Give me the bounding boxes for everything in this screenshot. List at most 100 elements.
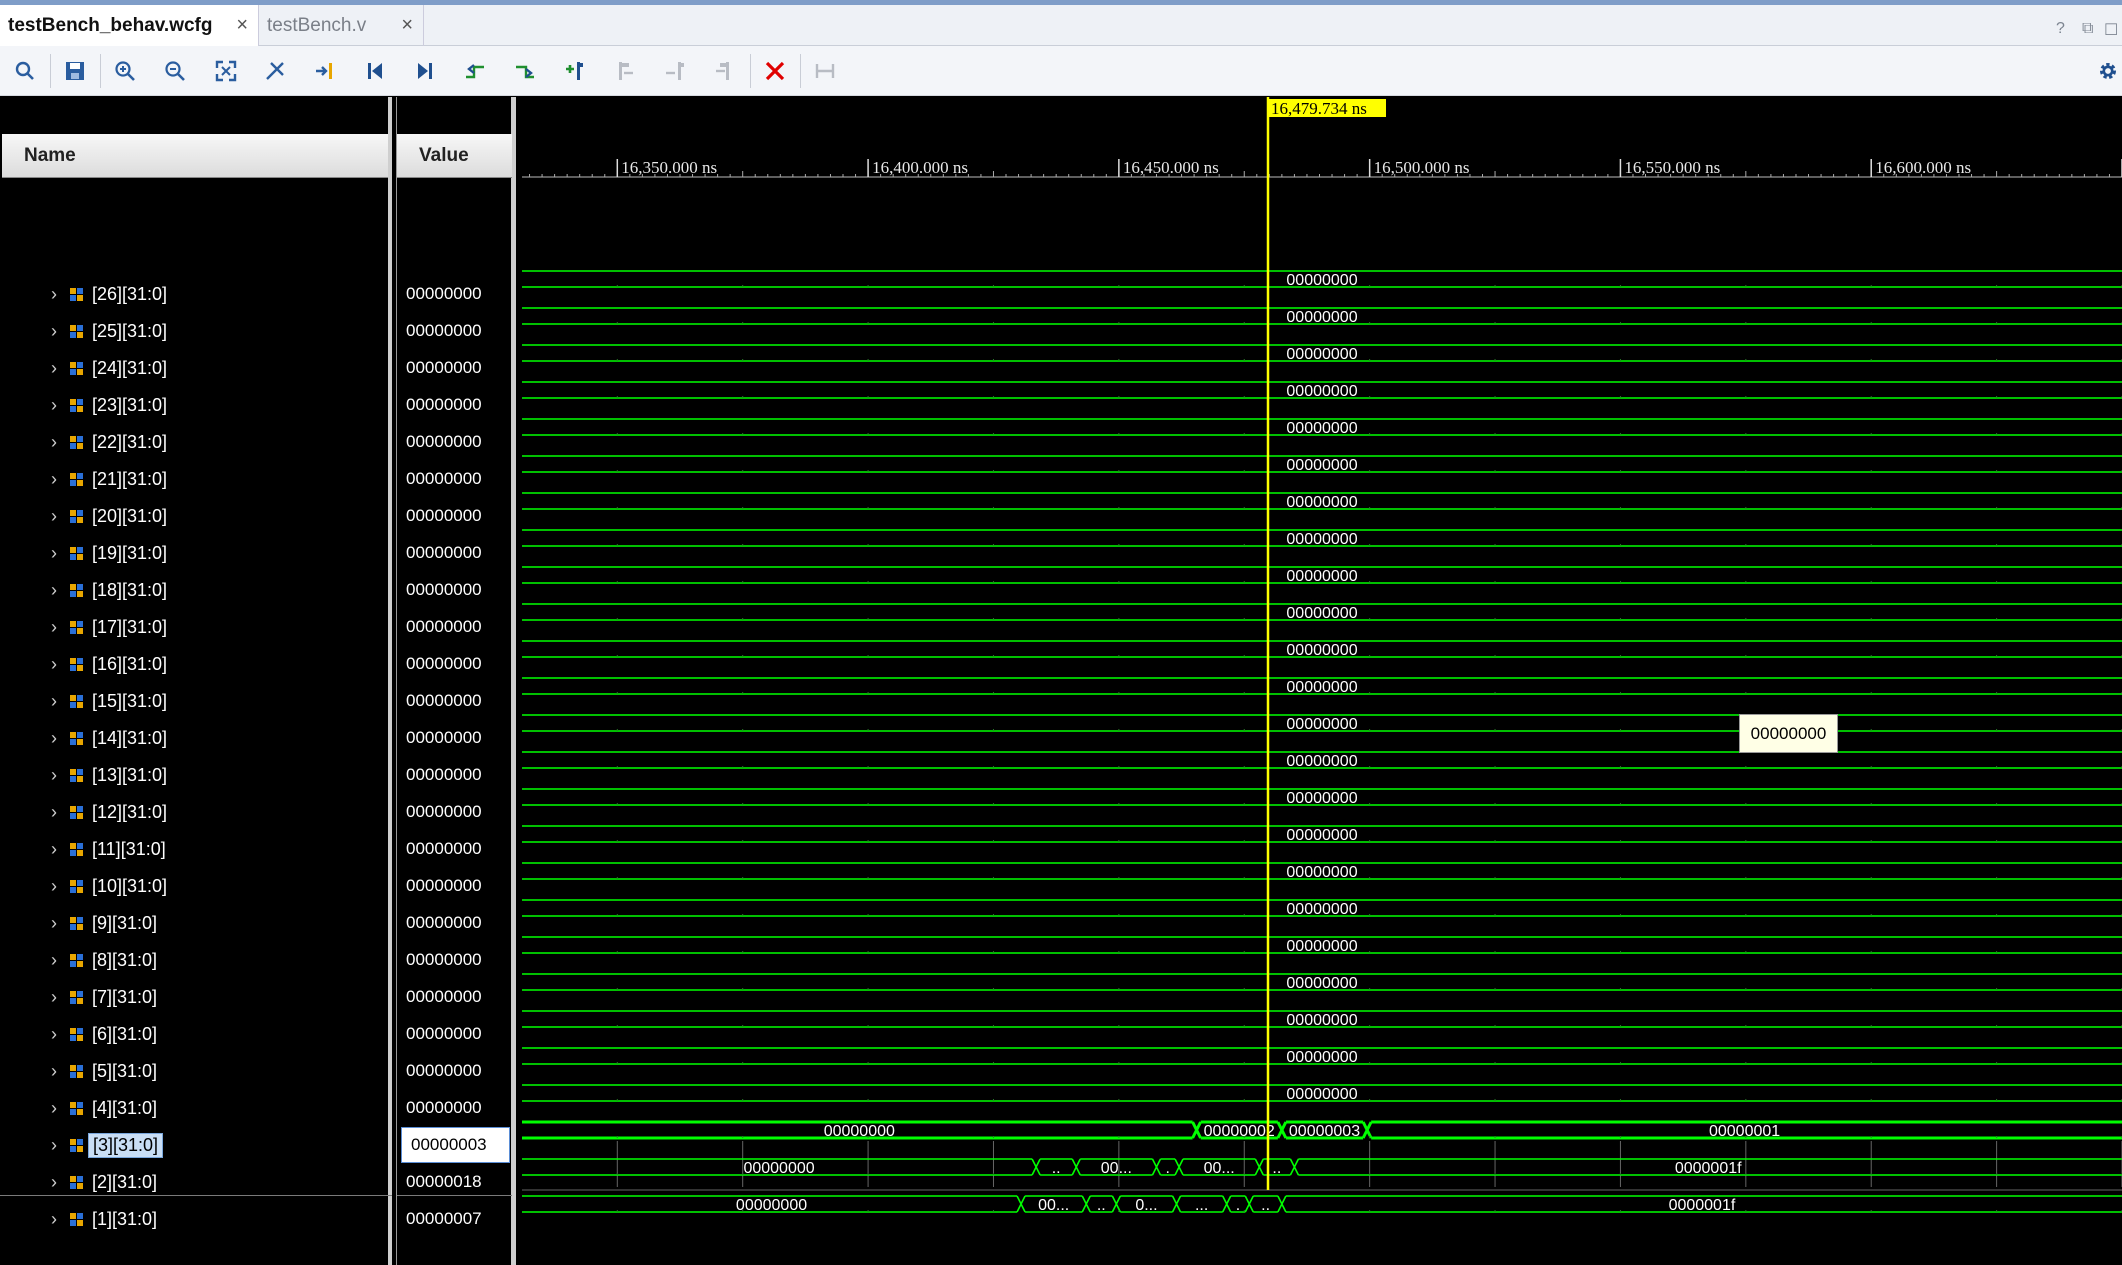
- signal-value[interactable]: 00000003: [401, 1127, 510, 1163]
- signal-row[interactable]: › [8][31:0]: [0, 942, 392, 978]
- expand-chevron-icon[interactable]: ›: [44, 950, 64, 971]
- signal-value[interactable]: 00000000: [397, 276, 512, 312]
- expand-chevron-icon[interactable]: ›: [44, 432, 64, 453]
- expand-chevron-icon[interactable]: ›: [44, 802, 64, 823]
- signal-trace[interactable]: 00000000: [522, 307, 2122, 326]
- signal-value[interactable]: 00000000: [397, 831, 512, 867]
- expand-chevron-icon[interactable]: ›: [44, 1061, 64, 1082]
- signal-value[interactable]: 00000000: [397, 868, 512, 904]
- expand-chevron-icon[interactable]: ›: [44, 358, 64, 379]
- previous-transition-icon[interactable]: [460, 56, 490, 86]
- signal-trace[interactable]: 00000000: [522, 825, 2122, 844]
- signal-row[interactable]: › [19][31:0]: [0, 535, 392, 571]
- swap-cursors-icon[interactable]: [710, 56, 740, 86]
- signal-value[interactable]: 00000000: [397, 646, 512, 682]
- signal-trace[interactable]: 00000000: [522, 381, 2122, 400]
- next-marker-icon[interactable]: [660, 56, 690, 86]
- signal-trace[interactable]: 00000000 00..... 0......... 0000001f: [522, 1195, 2122, 1214]
- signal-value[interactable]: 00000000: [397, 1016, 512, 1052]
- signal-trace[interactable]: 00000000: [522, 603, 2122, 622]
- signal-trace[interactable]: 00000000: [522, 1084, 2122, 1103]
- next-transition-icon[interactable]: [510, 56, 540, 86]
- signal-value[interactable]: 00000000: [397, 720, 512, 756]
- signal-value[interactable]: 00000007: [397, 1201, 512, 1237]
- signal-row[interactable]: › [11][31:0]: [0, 831, 392, 867]
- signal-trace[interactable]: 00000000: [522, 973, 2122, 992]
- signal-trace[interactable]: 00000000: [522, 788, 2122, 807]
- signal-row[interactable]: › [26][31:0]: [0, 276, 392, 312]
- expand-chevron-icon[interactable]: ›: [44, 1135, 64, 1156]
- signal-trace[interactable]: 00000000.. 00.... 00..... 0000001f: [522, 1158, 2122, 1177]
- signal-value[interactable]: 00000000: [397, 905, 512, 941]
- signal-row[interactable]: › [9][31:0]: [0, 905, 392, 941]
- expand-chevron-icon[interactable]: ›: [44, 1098, 64, 1119]
- signal-value[interactable]: 00000000: [397, 461, 512, 497]
- signal-row[interactable]: › [15][31:0]: [0, 683, 392, 719]
- expand-chevron-icon[interactable]: ›: [44, 469, 64, 490]
- expand-chevron-icon[interactable]: ›: [44, 654, 64, 675]
- expand-chevron-icon[interactable]: ›: [44, 691, 64, 712]
- signal-row[interactable]: › [23][31:0]: [0, 387, 392, 423]
- signal-row[interactable]: › [24][31:0]: [0, 350, 392, 386]
- signal-value[interactable]: 00000000: [397, 1053, 512, 1089]
- name-column-header[interactable]: Name: [2, 134, 388, 178]
- tab-testbench-wcfg[interactable]: testBench_behav.wcfg ×: [0, 5, 258, 46]
- signal-row[interactable]: › [7][31:0]: [0, 979, 392, 1015]
- signal-value[interactable]: 00000000: [397, 1090, 512, 1126]
- signal-value[interactable]: 00000000: [397, 350, 512, 386]
- add-marker-icon[interactable]: [560, 56, 590, 86]
- signal-value[interactable]: 00000000: [397, 387, 512, 423]
- signal-row[interactable]: › [5][31:0]: [0, 1053, 392, 1089]
- expand-chevron-icon[interactable]: ›: [44, 395, 64, 416]
- search-icon[interactable]: [10, 56, 40, 86]
- zoom-fit-icon[interactable]: [211, 56, 241, 86]
- signal-trace[interactable]: 00000000: [522, 455, 2122, 474]
- signal-value[interactable]: 00000000: [397, 794, 512, 830]
- signal-value[interactable]: 00000000: [397, 313, 512, 349]
- signal-row[interactable]: › [13][31:0]: [0, 757, 392, 793]
- signal-trace[interactable]: 00000000: [522, 1047, 2122, 1066]
- tab-testbench-v[interactable]: testBench.v ×: [258, 5, 424, 46]
- signal-value[interactable]: 00000000: [397, 498, 512, 534]
- expand-chevron-icon[interactable]: ›: [44, 543, 64, 564]
- signal-row[interactable]: › [10][31:0]: [0, 868, 392, 904]
- maximize-icon[interactable]: ☐: [2104, 20, 2118, 40]
- signal-trace[interactable]: 00000000: [522, 751, 2122, 770]
- signal-trace[interactable]: 00000000: [522, 344, 2122, 363]
- signal-value[interactable]: 00000000: [397, 683, 512, 719]
- zoom-in-icon[interactable]: [110, 56, 140, 86]
- zoom-out-icon[interactable]: [160, 56, 190, 86]
- expand-chevron-icon[interactable]: ›: [44, 321, 64, 342]
- expand-chevron-icon[interactable]: ›: [44, 839, 64, 860]
- signal-value[interactable]: 00000000: [397, 979, 512, 1015]
- value-column-header[interactable]: Value: [397, 134, 512, 178]
- signal-value[interactable]: 00000000: [397, 572, 512, 608]
- signal-value[interactable]: 00000000: [397, 609, 512, 645]
- signal-row[interactable]: › [16][31:0]: [0, 646, 392, 682]
- signal-trace[interactable]: 00000000: [522, 640, 2122, 659]
- delete-icon[interactable]: [760, 56, 790, 86]
- signal-row[interactable]: › [1][31:0]: [0, 1201, 392, 1237]
- signal-trace[interactable]: 00000000 00000002 00000003 00000001: [522, 1120, 2122, 1140]
- expand-chevron-icon[interactable]: ›: [44, 580, 64, 601]
- expand-chevron-icon[interactable]: ›: [44, 728, 64, 749]
- signal-trace[interactable]: 00000000: [522, 566, 2122, 585]
- cursor-to-transition-icon[interactable]: [260, 56, 290, 86]
- signal-row[interactable]: › [25][31:0]: [0, 313, 392, 349]
- signal-trace[interactable]: 00000000: [522, 936, 2122, 955]
- save-icon[interactable]: [60, 56, 90, 86]
- signal-trace[interactable]: 00000000: [522, 899, 2122, 918]
- signal-row[interactable]: › [14][31:0]: [0, 720, 392, 756]
- expand-chevron-icon[interactable]: ›: [44, 1172, 64, 1193]
- expand-chevron-icon[interactable]: ›: [44, 913, 64, 934]
- signal-trace[interactable]: 00000000: [522, 492, 2122, 511]
- signal-trace[interactable]: 00000000: [522, 418, 2122, 437]
- signal-row[interactable]: › [6][31:0]: [0, 1016, 392, 1052]
- signal-row[interactable]: › [20][31:0]: [0, 498, 392, 534]
- previous-marker-icon[interactable]: [610, 56, 640, 86]
- expand-chevron-icon[interactable]: ›: [44, 617, 64, 638]
- expand-chevron-icon[interactable]: ›: [44, 1209, 64, 1230]
- signal-row[interactable]: › [22][31:0]: [0, 424, 392, 460]
- signal-row[interactable]: › [18][31:0]: [0, 572, 392, 608]
- snap-to-transition-icon[interactable]: [810, 56, 840, 86]
